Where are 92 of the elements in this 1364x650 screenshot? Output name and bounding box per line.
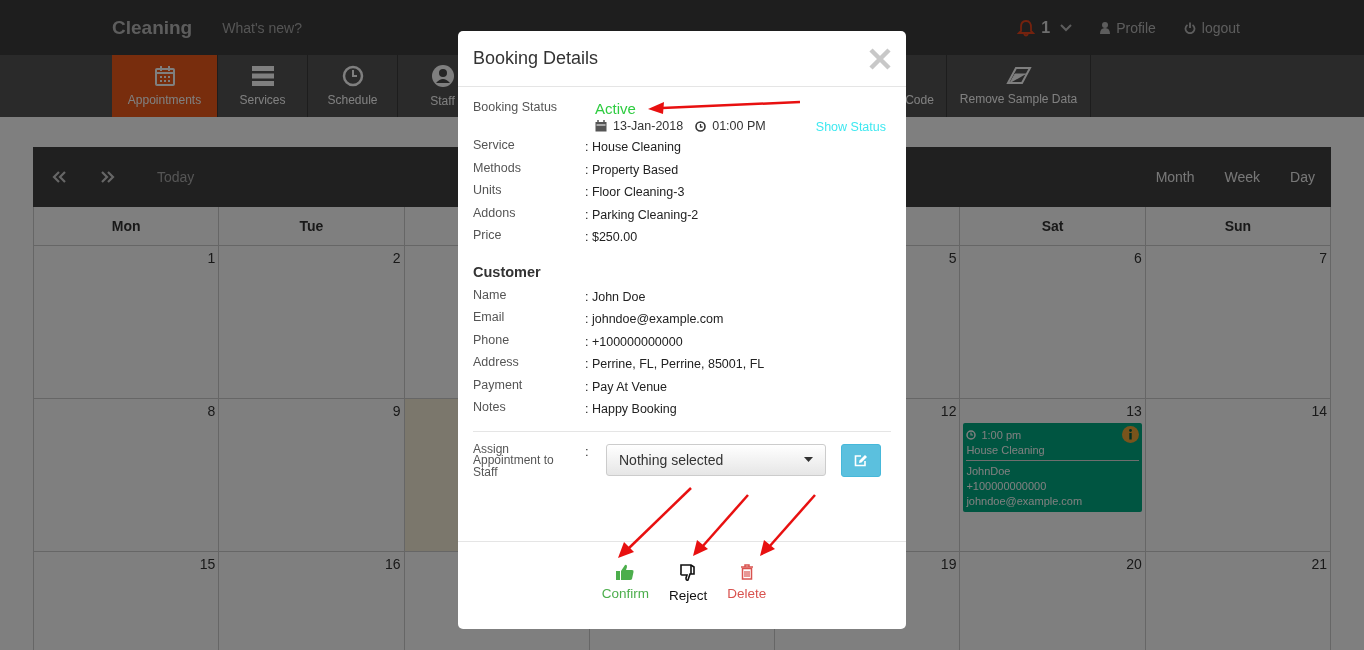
view-button[interactable]: Week	[1224, 169, 1261, 185]
field-value: : Floor Cleaning-3	[585, 184, 685, 199]
reject-button[interactable]: Reject	[669, 564, 708, 604]
user-icon	[1100, 21, 1111, 34]
delete-button[interactable]: Delete	[727, 564, 767, 604]
nav-tab[interactable]: Services	[218, 55, 308, 117]
day-number: 6	[1133, 250, 1142, 266]
staff-dropdown[interactable]: Nothing selected	[606, 443, 826, 476]
edit-icon	[854, 453, 868, 467]
field-value: : John Doe	[585, 288, 646, 304]
section-heading: Customer	[473, 263, 542, 280]
close-icon[interactable]	[869, 47, 891, 70]
field-value: : Pay At Venue	[585, 378, 667, 394]
field-label: Phone	[473, 332, 511, 347]
trash-icon	[739, 564, 754, 580]
nav-tab[interactable]: Schedule	[308, 55, 398, 117]
field-value: : House Cleaning	[585, 139, 681, 154]
day-number: 16	[385, 556, 401, 572]
clock-icon	[966, 429, 977, 440]
weekday-header: Tue	[219, 207, 405, 246]
day-number: 21	[1311, 556, 1327, 572]
edit-button[interactable]	[841, 443, 881, 477]
event-title: House Cleaning	[966, 443, 1046, 458]
event-customer: JohnDoe	[966, 464, 1012, 479]
weekday-header: Mon	[34, 207, 220, 246]
nav-tab[interactable]: Remove Sample Data	[947, 55, 1091, 117]
info-icon[interactable]	[1121, 426, 1139, 443]
thumbs-up-icon	[616, 564, 635, 580]
field-label: Payment	[473, 377, 524, 392]
brand-name[interactable]: Cleaning	[112, 16, 193, 39]
double-chevron-left-icon	[52, 171, 66, 183]
thumbs-down-icon	[680, 564, 697, 582]
logout-link[interactable]: logout	[1201, 19, 1240, 36]
field-label: Address	[473, 355, 520, 369]
day-number: 19	[940, 556, 957, 572]
confirm-button[interactable]: Confirm	[601, 564, 649, 604]
event-time: 1:00 pm	[981, 428, 1022, 441]
clock-icon	[341, 65, 364, 87]
event-card[interactable]: 1:00 pm House Cleaning JohnDoe +100000000000 johndoe@example.com	[963, 423, 1142, 512]
event-phone: +100000000000	[966, 479, 1048, 494]
field-label: Name	[473, 287, 508, 302]
field-value: : Parking Cleaning-2	[585, 206, 699, 222]
field-label: Addons	[473, 205, 517, 220]
server-icon	[250, 65, 275, 87]
view-button[interactable]: Month	[1155, 169, 1195, 185]
booking-date: 13-Jan-2018	[613, 119, 684, 133]
field-label: Price	[473, 228, 503, 242]
bell-icon[interactable]	[1017, 18, 1036, 37]
event-email: johndoe@example.com	[966, 494, 1084, 509]
booking-time: 01:00 PM	[712, 119, 766, 133]
calendar-icon	[595, 120, 607, 132]
caret-icon	[804, 457, 813, 462]
day-number: 20	[1126, 556, 1142, 572]
day-number: 1	[207, 250, 216, 266]
field-label: Methods	[473, 160, 522, 175]
weekday-header: Sat	[960, 207, 1146, 246]
field-value: : Property Based	[585, 161, 679, 177]
day-number: 13	[1126, 403, 1142, 419]
field-label: Units	[473, 183, 503, 197]
profile-link[interactable]: Profile	[1116, 19, 1156, 36]
clock-icon	[695, 120, 707, 132]
day-number: 9	[392, 403, 401, 419]
field-value: : johndoe@example.com	[585, 311, 724, 326]
power-icon	[1183, 21, 1196, 34]
chevron-down-icon[interactable]	[1060, 23, 1073, 32]
calendar-icon	[153, 65, 176, 87]
field-value: : +100000000000	[585, 333, 683, 349]
day-number: 7	[1319, 250, 1327, 266]
colon-separator: :	[585, 443, 590, 459]
day-number: 15	[199, 556, 216, 572]
day-number: 14	[1311, 403, 1327, 419]
double-chevron-right-icon	[101, 171, 115, 183]
field-label: Notes	[473, 400, 507, 414]
status-value: Active	[595, 100, 636, 117]
nav-tab[interactable]: Appointments	[112, 55, 218, 117]
field-value: : $250.00	[585, 229, 638, 244]
field-value: : Happy Booking	[585, 401, 677, 416]
field-label: Email	[473, 310, 506, 324]
weekday-header: Sun	[1145, 207, 1331, 246]
annotation-arrow	[760, 494, 816, 556]
eraser-icon	[1005, 66, 1032, 86]
view-button[interactable]: Day	[1290, 169, 1315, 185]
field-value: : Perrine, FL, Perrine, 85001, FL	[585, 356, 765, 371]
day-number: 12	[940, 403, 957, 419]
day-number: 8	[207, 403, 216, 419]
annotation-arrow	[693, 494, 749, 556]
day-number: 5	[948, 250, 957, 266]
field-label: Assign Appointment to Staff	[473, 443, 555, 478]
day-number: 2	[392, 250, 401, 266]
field-label: Service	[473, 138, 516, 152]
user-icon	[430, 64, 455, 88]
notification-count: 1	[1041, 18, 1051, 37]
